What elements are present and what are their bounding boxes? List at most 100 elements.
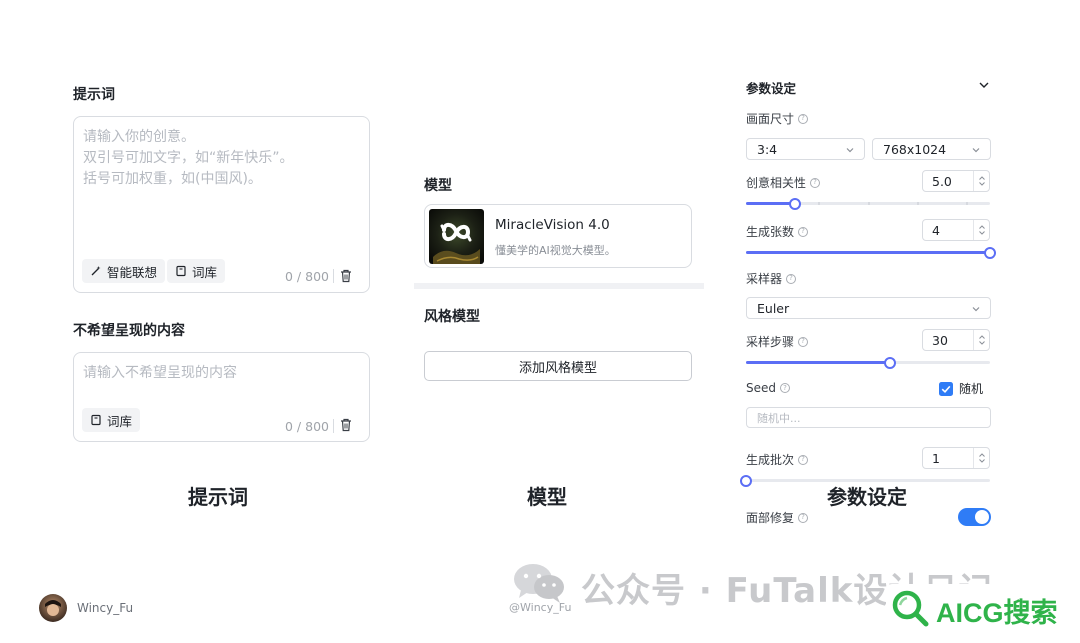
trash-icon[interactable] (340, 269, 352, 283)
creativity-stepper[interactable]: 5.0 (922, 170, 990, 192)
random-checkbox-row[interactable]: 随机 (939, 380, 983, 397)
caret-up-icon[interactable] (978, 176, 985, 180)
prompt-placeholder-line-2: 双引号可加文字，如“新年快乐”。 (83, 150, 294, 166)
stepper-arrows[interactable] (973, 330, 989, 350)
magnifier-icon (892, 590, 929, 627)
help-icon[interactable]: ? (798, 454, 809, 465)
model-card[interactable]: MiracleVision 4.0 懂美学的AI视觉大模型。 (424, 204, 692, 268)
resolution-select[interactable]: 768x1024 (872, 138, 991, 160)
style-model-title: 风格模型 (424, 309, 480, 325)
caption-params: 参数设定 (827, 485, 907, 509)
brand-text: AICG搜索 (936, 598, 1058, 628)
batch-stepper[interactable]: 1 (922, 447, 990, 469)
section-divider (414, 283, 704, 289)
ratio-select[interactable]: 3:4 (746, 138, 865, 160)
slider-knob[interactable] (883, 357, 896, 369)
prompt-title: 提示词 (73, 87, 115, 103)
wechat-icon (514, 564, 564, 603)
slider-knob[interactable] (788, 198, 801, 210)
book-icon (91, 414, 101, 426)
count-value: 4 (932, 222, 940, 238)
add-style-model-button[interactable]: 添加风格模型 (424, 351, 692, 381)
brand-badge: AICG搜索 (886, 584, 1076, 632)
caption-model: 模型 (527, 485, 567, 509)
negative-textarea[interactable]: 请输入不希望呈现的内容 词库 0 / 800 (73, 352, 370, 442)
params-title: 参数设定 (746, 81, 797, 96)
sampler-label: 采样器 (746, 272, 783, 286)
help-icon[interactable]: ? (798, 226, 809, 237)
slider-fill (746, 361, 890, 364)
trash-icon[interactable] (340, 418, 352, 432)
size-label: 画面尺寸 (746, 112, 795, 126)
slider-tick (868, 202, 870, 205)
resolution-value: 768x1024 (883, 141, 947, 157)
caret-up-icon[interactable] (978, 335, 985, 339)
chevron-down-icon[interactable] (979, 81, 989, 89)
negative-counter: 0 / 800 (285, 419, 329, 434)
steps-stepper[interactable]: 30 (922, 329, 990, 351)
prompt-lexicon-button[interactable]: 词库 (167, 259, 226, 283)
batch-label-row: 生成批次 ? (746, 451, 809, 468)
ratio-value: 3:4 (757, 141, 778, 157)
chevron-down-icon (972, 148, 980, 153)
batch-value: 1 (932, 450, 940, 466)
face-fix-toggle[interactable] (958, 508, 991, 526)
seed-input[interactable]: 随机中... (746, 407, 991, 428)
size-label-row: 画面尺寸 ? (746, 110, 809, 127)
count-label: 生成张数 (746, 225, 795, 239)
caret-down-icon[interactable] (978, 182, 985, 186)
prompt-counter: 0 / 800 (285, 269, 329, 284)
steps-label-row: 采样步骤 ? (746, 333, 809, 350)
caret-down-icon[interactable] (978, 341, 985, 345)
face-fix-label-row: 面部修复 ? (746, 509, 809, 526)
author-name: Wincy_Fu (77, 601, 134, 615)
help-icon[interactable]: ? (780, 383, 790, 393)
help-icon[interactable]: ? (798, 512, 809, 523)
model-thumbnail (429, 209, 484, 264)
negative-title: 不希望呈现的内容 (73, 323, 185, 339)
caret-down-icon[interactable] (978, 459, 985, 463)
stepper-arrows[interactable] (973, 220, 989, 240)
sampler-select[interactable]: Euler (746, 297, 991, 319)
chevron-down-icon (972, 307, 980, 312)
caret-up-icon[interactable] (978, 225, 985, 229)
model-description: 懂美学的AI视觉大模型。 (495, 244, 616, 257)
sampler-value: Euler (757, 300, 790, 316)
avatar[interactable] (39, 594, 67, 622)
slider-knob[interactable] (984, 247, 996, 259)
count-stepper[interactable]: 4 (922, 219, 990, 241)
help-icon[interactable]: ? (810, 177, 821, 188)
caret-up-icon[interactable] (978, 453, 985, 457)
prompt-placeholder-line-1: 请输入你的创意。 (83, 129, 195, 145)
smart-associate-button[interactable]: 智能联想 (82, 259, 166, 283)
chevron-down-icon (846, 148, 854, 153)
slider-fill (746, 251, 990, 254)
creativity-value: 5.0 (932, 173, 952, 189)
stepper-arrows[interactable] (973, 448, 989, 468)
smart-associate-label: 智能联想 (107, 264, 158, 280)
slider-tick (818, 202, 820, 205)
random-label: 随机 (959, 382, 984, 396)
stepper-arrows[interactable] (973, 171, 989, 191)
count-slider[interactable] (746, 246, 996, 260)
creativity-label-row: 创意相关性 ? (746, 174, 821, 191)
help-icon[interactable]: ? (798, 113, 809, 124)
model-title: 模型 (424, 178, 452, 194)
author-handle: @Wincy_Fu (509, 601, 572, 614)
magic-wand-icon (91, 266, 101, 276)
negative-lexicon-label: 词库 (107, 413, 133, 429)
slider-knob[interactable] (740, 475, 752, 487)
model-name: MiracleVision 4.0 (495, 217, 610, 233)
caret-down-icon[interactable] (978, 231, 985, 235)
help-icon[interactable]: ? (798, 336, 809, 347)
prompt-textarea[interactable]: 请输入你的创意。 双引号可加文字，如“新年快乐”。 括号可加权重，如(中国风)。… (73, 116, 370, 293)
prompt-counter-divider (333, 269, 334, 283)
steps-slider[interactable] (746, 356, 990, 370)
negative-lexicon-button[interactable]: 词库 (82, 408, 141, 432)
face-fix-label: 面部修复 (746, 511, 795, 525)
creativity-slider[interactable] (746, 197, 990, 211)
help-icon[interactable]: ? (786, 273, 797, 284)
steps-value: 30 (932, 332, 948, 348)
prompt-lexicon-label: 词库 (192, 264, 218, 280)
checkbox-checked-icon[interactable] (939, 381, 953, 396)
